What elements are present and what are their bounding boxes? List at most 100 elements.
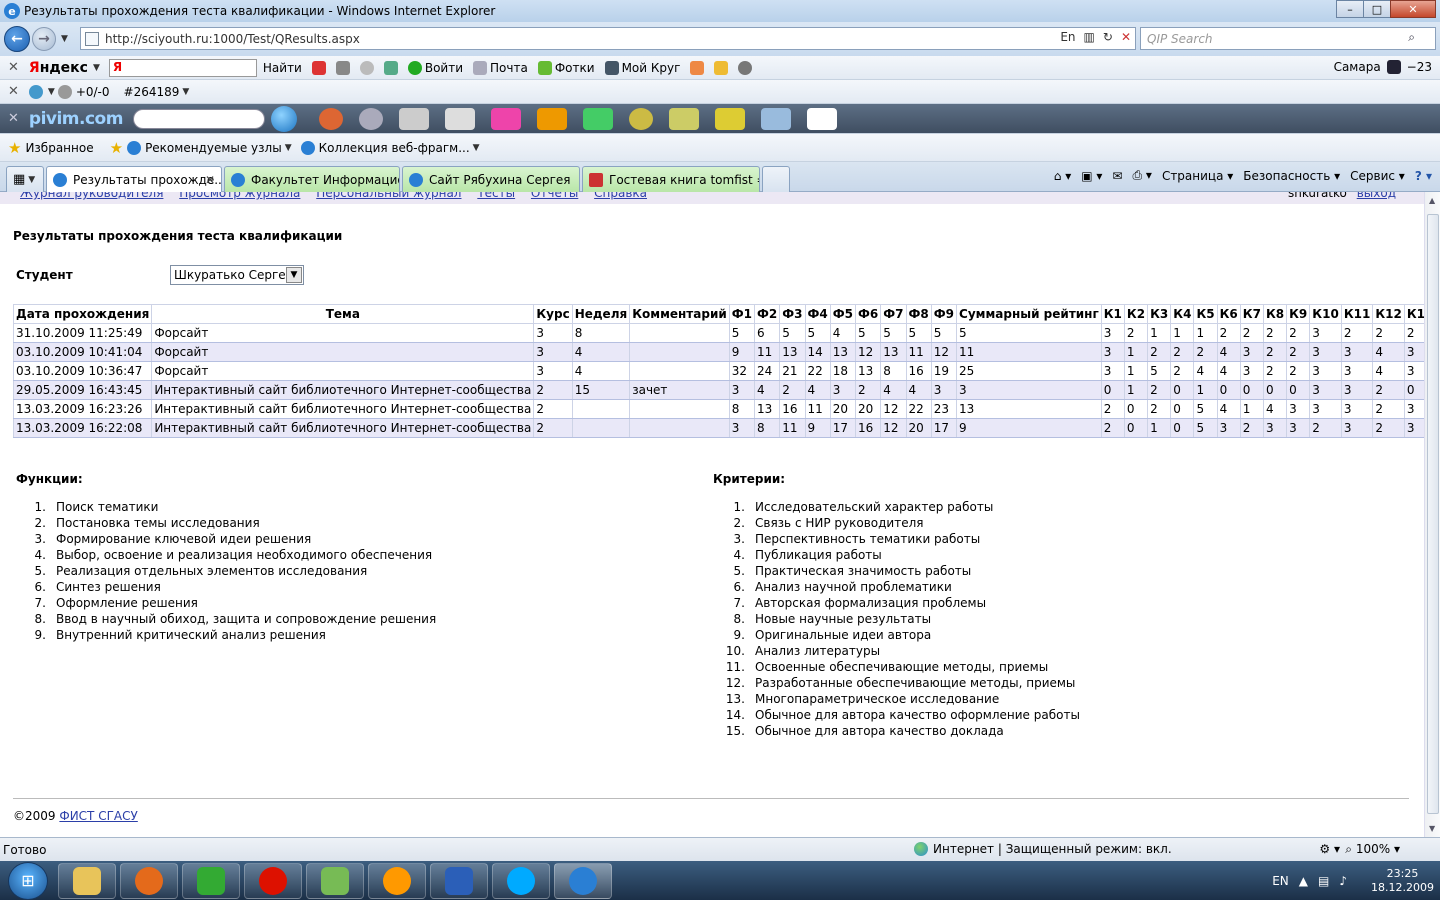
check-icon[interactable] (383, 60, 398, 75)
close-window-button[interactable]: ✕ (1390, 0, 1436, 18)
tab-faculty[interactable]: Факультет Информацион... (224, 166, 400, 192)
horoscope-icon[interactable] (628, 107, 653, 130)
bookmark-icon[interactable] (690, 60, 705, 75)
pivim-search-button[interactable] (270, 105, 297, 132)
read-mail-icon[interactable]: ✉ (1112, 169, 1122, 183)
highlighter-icon[interactable] (311, 60, 326, 75)
yandex-search-input[interactable]: Я (108, 58, 257, 77)
settings-icon[interactable] (358, 107, 383, 130)
minimize-button[interactable]: – (1336, 0, 1364, 18)
safety-menu[interactable]: Безопасность ▾ (1243, 169, 1340, 183)
dictionary-icon[interactable] (714, 107, 745, 130)
scrollbar-thumb[interactable] (1427, 214, 1439, 814)
gamepad-icon[interactable] (398, 107, 429, 130)
clock[interactable]: 23:25 18.12.2009 (1371, 867, 1434, 895)
tv-icon[interactable] (536, 107, 567, 130)
yandex-login-button[interactable]: Войти (407, 60, 463, 75)
close-tab-icon[interactable]: ✕ (205, 173, 215, 187)
search-icon[interactable]: ⌕ (1408, 30, 1415, 45)
taskbar-utorrent[interactable] (182, 862, 240, 899)
yandex-dropdown-icon[interactable]: ▼ (93, 63, 100, 73)
print-icon[interactable]: ⎙ ▾ (1132, 168, 1151, 183)
star-plus-icon[interactable] (714, 60, 729, 75)
show-hidden-icons[interactable]: ▲ (1299, 874, 1308, 888)
menu-reports[interactable]: Отчеты (531, 192, 578, 200)
web-slice-gallery-button[interactable]: Коллекция веб-фрагм... (319, 141, 470, 155)
weather-cloud-icon[interactable] (760, 107, 791, 130)
more-icon[interactable] (806, 107, 837, 130)
tools-menu[interactable]: Сервис ▾ (1350, 169, 1405, 183)
add-favorite-icon[interactable]: ★ (110, 139, 123, 157)
fist-sgasu-link[interactable]: ФИСТ СГАСУ (59, 809, 137, 823)
gear-icon[interactable] (738, 60, 753, 75)
taskbar-ie[interactable] (554, 862, 612, 899)
counter-logo-icon[interactable] (28, 84, 43, 99)
tab-guestbook[interactable]: Гостевая книга tomfist =) (582, 166, 760, 192)
rank-dropdown-icon[interactable]: ▼ (182, 87, 189, 97)
vertical-scrollbar[interactable]: ▲ ▼ (1424, 192, 1440, 837)
taskbar-qip[interactable] (306, 862, 364, 899)
menu-supervisor-journal[interactable]: Журнал руководителя (20, 192, 163, 200)
menu-tests[interactable]: Тесты (477, 192, 515, 200)
scroll-down-icon[interactable]: ▼ (1429, 824, 1435, 833)
dating-icon[interactable] (490, 107, 521, 130)
feeds-icon[interactable]: ▣ ▾ (1081, 169, 1102, 183)
taskbar-explorer[interactable] (58, 862, 116, 899)
pivim-search-input[interactable] (132, 108, 265, 129)
page-menu[interactable]: Страница ▾ (1162, 169, 1233, 183)
weather-widget[interactable]: Самара −23 (1334, 60, 1432, 74)
favorites-button[interactable]: Избранное (25, 141, 93, 155)
security-zone[interactable]: Интернет | Защищенный режим: вкл. (914, 842, 1172, 856)
network-icon[interactable]: ▤ (1318, 874, 1329, 888)
maximize-button[interactable]: □ (1363, 0, 1391, 18)
yandex-mail-button[interactable]: Почта (473, 60, 528, 75)
heart-icon[interactable] (318, 107, 343, 130)
search-field[interactable]: QIP Search ⌕ (1140, 27, 1436, 50)
help-icon[interactable]: ? ▾ (1415, 169, 1432, 183)
url-field[interactable]: http://sciyouth.ru:1000/Test/QResults.as… (80, 27, 1136, 50)
yandex-find-button[interactable]: Найти (263, 61, 302, 75)
close-counter-toolbar-icon[interactable]: ✕ (8, 84, 19, 99)
gallery-dropdown-icon[interactable]: ▼ (473, 143, 480, 153)
taskbar-firefox[interactable] (120, 862, 178, 899)
home-icon[interactable]: ⌂ ▾ (1054, 169, 1071, 183)
tab-ryabukhin-site[interactable]: Сайт Рябухина Сергея (402, 166, 580, 192)
menu-view-journal[interactable]: Просмотр журнала (179, 192, 300, 200)
close-pivim-toolbar-icon[interactable]: ✕ (8, 111, 19, 126)
yandex-photos-button[interactable]: Фотки (537, 60, 595, 75)
taskbar-opera[interactable] (244, 862, 302, 899)
quick-tabs-button[interactable]: ▦ ▼ (6, 166, 44, 192)
back-button[interactable]: ← (4, 26, 30, 52)
start-button[interactable]: ⊞ (8, 861, 48, 900)
menu-personal-journal[interactable]: Персональный журнал (316, 192, 461, 200)
scroll-up-icon[interactable]: ▲ (1429, 196, 1435, 205)
radio-icon[interactable] (444, 107, 475, 130)
taskbar-aimp[interactable] (368, 862, 426, 899)
menu-help[interactable]: Справка (594, 192, 647, 200)
refresh-icon[interactable]: ↻ (1103, 30, 1113, 44)
chevron-down-icon[interactable]: ▼ (286, 267, 302, 283)
language-indicator[interactable]: EN (1272, 874, 1289, 888)
pivim-logo[interactable]: pivim.com (29, 109, 124, 129)
suggested-sites-button[interactable]: Рекомендуемые узлы (145, 141, 282, 155)
popup-blocker-icon[interactable]: ⚙ ▾ (1319, 842, 1340, 856)
counter-rank[interactable]: #264189 (124, 85, 180, 99)
taskbar-skype[interactable] (492, 862, 550, 899)
taskbar-word[interactable] (430, 862, 488, 899)
chat-icon[interactable] (359, 60, 374, 75)
chart-icon[interactable] (668, 107, 699, 130)
counter-dropdown-icon[interactable]: ▼ (48, 87, 55, 97)
new-tab-button[interactable] (762, 166, 790, 192)
close-toolbar-icon[interactable]: ✕ (8, 60, 19, 75)
suggested-dropdown-icon[interactable]: ▼ (285, 143, 292, 153)
compat-view-icon[interactable]: ▥ (1084, 30, 1095, 44)
yandex-my-circle-button[interactable]: Мой Круг (604, 60, 680, 75)
volume-icon[interactable]: ♪ (1339, 874, 1347, 888)
forward-button[interactable]: → (32, 27, 56, 51)
logout-link[interactable]: выход (1357, 192, 1396, 200)
messages-icon[interactable] (582, 107, 613, 130)
stats-icon[interactable] (335, 60, 350, 75)
zoom-control[interactable]: ⌕ 100% ▾ (1345, 842, 1400, 857)
history-dropdown-icon[interactable]: ▼ (61, 34, 68, 44)
language-indicator[interactable]: En (1060, 30, 1075, 44)
